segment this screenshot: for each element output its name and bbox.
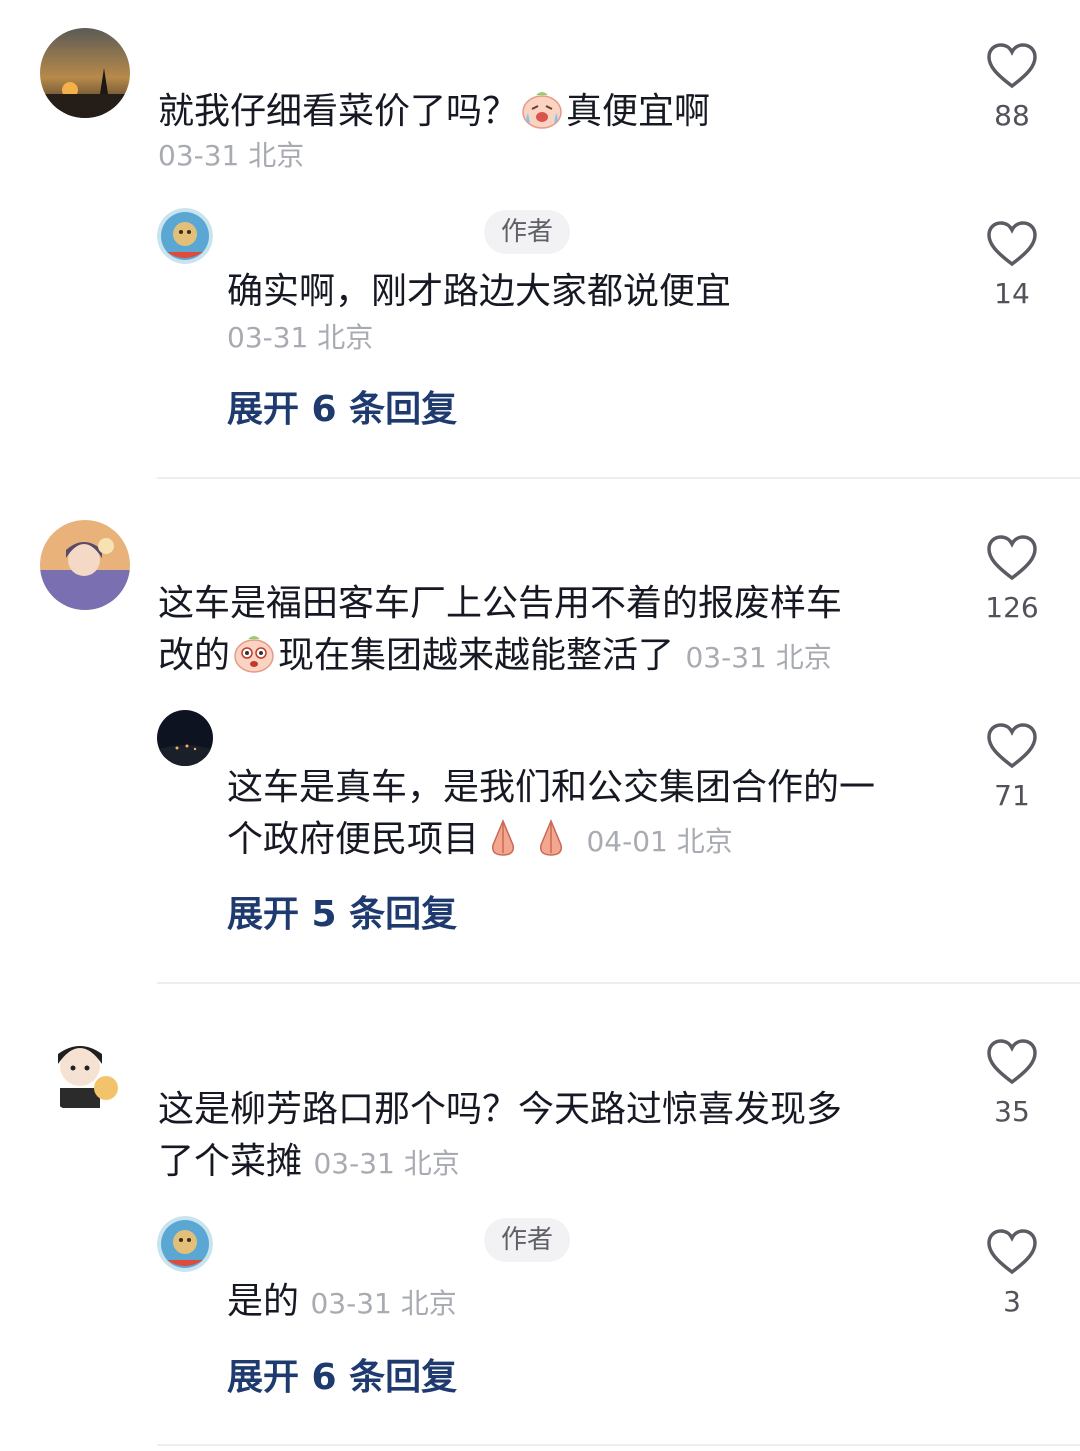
laughing-crying-emoji-icon [520, 87, 564, 131]
like-count: 14 [994, 277, 1030, 310]
like-button[interactable]: 88 [972, 42, 1052, 132]
reply-meta: 03-31 北京 [227, 321, 374, 354]
like-button[interactable]: 71 [972, 722, 1052, 812]
praying-hands-icon [481, 815, 525, 859]
expand-replies-button[interactable]: 展开 6 条回复 [227, 388, 457, 432]
avatar[interactable] [157, 710, 213, 766]
heart-icon [987, 1039, 1037, 1085]
like-button[interactable]: 35 [972, 1038, 1052, 1128]
divider [157, 477, 1080, 479]
comment-text: 这车是福田客车厂上公告用不着的报废样车 改的 现在集团越来越能整活了 03-31… [158, 583, 843, 676]
reply-text: 确实啊，刚才路边大家都说便宜 [227, 271, 732, 312]
heart-icon [987, 723, 1037, 769]
comment-meta: 03-31 北京 [158, 139, 305, 172]
reply-meta: 03-31 北京 [310, 1287, 457, 1320]
like-count: 3 [1003, 1285, 1021, 1318]
comment-list: 就我仔细看菜价了吗？ 真便宜啊 03-31 北京 88 作者 确实啊，刚才路边大… [0, 0, 1080, 1451]
heart-icon [987, 535, 1037, 581]
like-count: 35 [994, 1095, 1030, 1128]
comment-text: 这是柳芳路口那个吗？今天路过惊喜发现多 了个菜摊 03-31 北京 [158, 1089, 843, 1182]
divider [157, 982, 1080, 984]
comment-meta: 03-31 北京 [313, 1147, 460, 1180]
heart-icon [987, 1229, 1037, 1275]
like-button[interactable]: 126 [972, 534, 1052, 624]
reply-text: 这车是真车，是我们和公交集团合作的一 个政府便民项目 04-01 北京 [227, 767, 876, 860]
like-count: 88 [994, 99, 1030, 132]
divider [157, 1444, 1080, 1446]
avatar[interactable] [40, 28, 130, 118]
like-count: 126 [985, 591, 1039, 624]
heart-icon [987, 43, 1037, 89]
avatar[interactable] [40, 520, 130, 610]
author-avatar[interactable] [157, 208, 213, 264]
expand-replies-button[interactable]: 展开 5 条回复 [227, 893, 457, 937]
heart-icon [987, 221, 1037, 267]
like-count: 71 [994, 779, 1030, 812]
author-tag: 作者 [484, 1218, 570, 1262]
reply-meta: 04-01 北京 [586, 825, 733, 858]
like-button[interactable]: 14 [972, 220, 1052, 310]
avatar[interactable] [40, 1024, 130, 1114]
comment-meta: 03-31 北京 [685, 641, 832, 674]
comment-text: 就我仔细看菜价了吗？ 真便宜啊 [158, 86, 918, 138]
reply-text: 是的 03-31 北京 [227, 1281, 457, 1322]
praying-hands-icon [529, 815, 573, 859]
expand-replies-button[interactable]: 展开 6 条回复 [227, 1356, 457, 1400]
author-avatar[interactable] [157, 1216, 213, 1272]
crying-emoji-icon [232, 631, 276, 675]
like-button[interactable]: 3 [972, 1228, 1052, 1318]
author-tag: 作者 [484, 210, 570, 254]
